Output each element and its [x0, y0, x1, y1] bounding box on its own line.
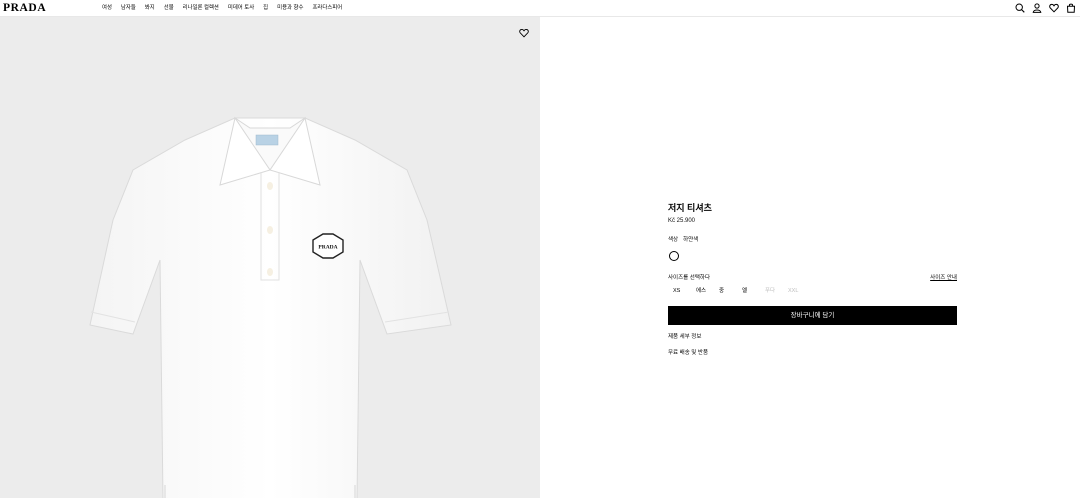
shirt-logo-text: PRADA	[318, 245, 337, 251]
product-title: 저지 티셔츠	[668, 203, 712, 213]
product-image: PRADA	[89, 116, 452, 498]
size-options: XS 에스 중 엘 푸다 XXL	[673, 287, 811, 295]
bag-icon[interactable]	[1066, 3, 1076, 13]
size-option-xxl: XXL	[788, 288, 799, 294]
main-nav: 여성 남자들 봐지 선물 리나일론 컬렉션 미데어 토사 집 미용과 향수 프라…	[102, 4, 342, 12]
color-row: 색상 하얀색	[668, 236, 698, 244]
shipping-returns-link[interactable]: 무료 배송 및 반품	[668, 349, 708, 357]
nav-item-bags[interactable]: 봐지	[145, 4, 155, 12]
account-icon[interactable]	[1032, 3, 1042, 13]
size-option-m[interactable]: 중	[719, 287, 742, 295]
size-option-xs[interactable]: XS	[673, 287, 696, 295]
size-guide-link[interactable]: 사이즈 안내	[930, 274, 957, 282]
product-image-panel: PRADA	[0, 17, 540, 498]
prada-logo[interactable]: PRADA	[3, 2, 46, 14]
nav-item-media[interactable]: 미데어 토사	[228, 4, 254, 12]
add-to-wishlist-button[interactable]	[519, 28, 529, 38]
color-value: 하얀색	[683, 237, 699, 243]
nav-item-men[interactable]: 남자들	[121, 4, 136, 12]
nav-item-women[interactable]: 여성	[102, 4, 112, 12]
nav-item-renylon[interactable]: 리나일론 컬렉션	[183, 4, 219, 12]
nav-item-home[interactable]: 집	[263, 4, 268, 12]
add-to-cart-button[interactable]: 장바구니에 담기	[668, 306, 957, 325]
size-label: 사이즈를 선택하다	[668, 275, 711, 281]
wishlist-icon[interactable]	[1049, 3, 1059, 13]
top-header: PRADA 여성 남자들 봐지 선물 리나일론 컬렉션 미데어 토사 집 미용과…	[0, 0, 1080, 17]
size-option-xl: 푸다	[765, 288, 776, 294]
size-option-l[interactable]: 엘	[742, 287, 765, 295]
header-actions	[1015, 3, 1076, 13]
nav-item-pradasphere[interactable]: 프라다스피어	[312, 4, 342, 12]
nav-item-beauty[interactable]: 미용과 향수	[277, 4, 303, 12]
nav-item-gifts[interactable]: 선물	[164, 4, 174, 12]
search-icon[interactable]	[1015, 3, 1025, 13]
color-swatch-white[interactable]	[669, 251, 679, 261]
size-option-s[interactable]: 에스	[696, 287, 719, 295]
product-price: Kč 25.900	[668, 218, 696, 224]
product-details-link[interactable]: 제품 세부 정보	[668, 333, 701, 341]
product-info: 저지 티셔츠 Kč 25.900 색상 하얀색 사이즈를 선택하다 사이즈 안내…	[668, 202, 957, 356]
color-label: 색상	[668, 237, 679, 243]
